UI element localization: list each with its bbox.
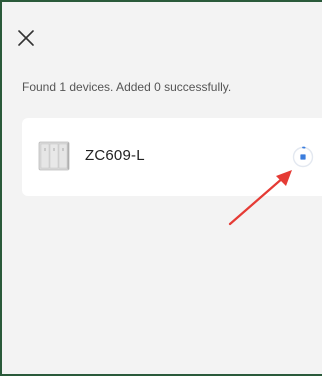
close-button[interactable] <box>16 28 36 48</box>
device-card[interactable]: ZC609-L <box>22 118 322 196</box>
smart-switch-panel-icon <box>38 141 70 171</box>
close-icon <box>18 30 34 46</box>
device-name: ZC609-L <box>85 147 145 164</box>
adding-progress-icon <box>292 146 314 168</box>
search-result-text: Found 1 devices. Added 0 successfully. <box>22 80 232 94</box>
